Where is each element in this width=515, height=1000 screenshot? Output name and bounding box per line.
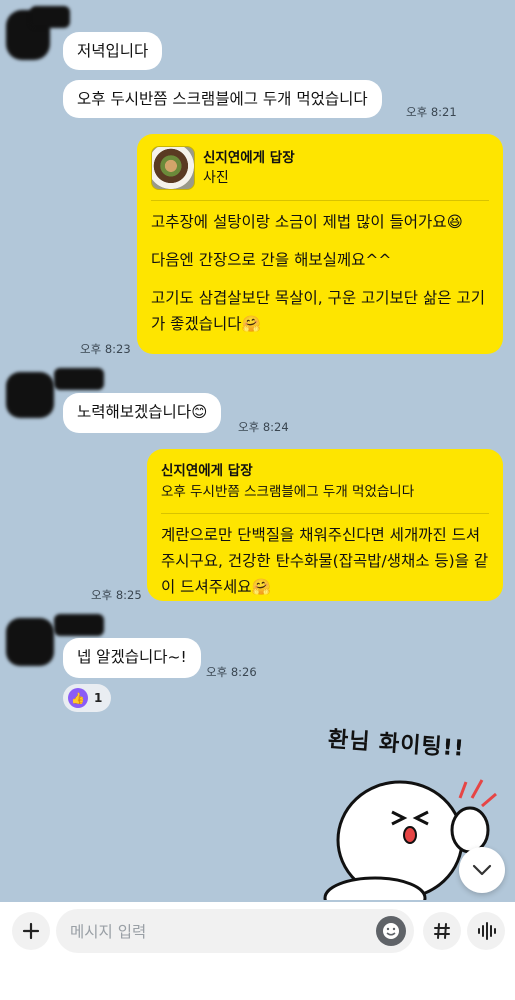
chat-area[interactable]: 저녁입니다 오후 두시반쯤 스크램블에그 두개 먹었습니다 오후 8:21 신지…: [0, 0, 515, 902]
message-time: 오후 8:23: [80, 342, 131, 356]
attach-button[interactable]: [12, 912, 50, 950]
reply-header[interactable]: 신지연에게 답장 사진: [151, 146, 489, 190]
message-text: 다음엔 간장으로 간을 해보실께요^^: [151, 251, 392, 269]
input-placeholder: 메시지 입력: [70, 923, 147, 941]
waveform-icon: [478, 922, 496, 940]
emoji-button[interactable]: [376, 916, 406, 946]
sender-name-redacted: [54, 368, 104, 390]
reply-message-bubble[interactable]: 신지연에게 답장 사진 고추장에 설탕이랑 소금이 제법 많이 들어가요😆 다음…: [137, 134, 503, 354]
hashtag-button[interactable]: [423, 912, 461, 950]
reply-quote-text[interactable]: 오후 두시반쯤 스크램블에그 두개 먹었습니다: [161, 481, 489, 503]
reaction-count: 1: [94, 691, 103, 705]
chevron-down-icon: [472, 864, 492, 876]
message-text: 고추장에 설탕이랑 소금이 제법 많이 들어가요😆: [151, 213, 463, 231]
reply-target-label: 신지연에게 답장: [161, 463, 253, 479]
message-bubble[interactable]: 노력해보겠습니다😊: [63, 393, 222, 433]
reply-message-bubble[interactable]: 신지연에게 답장 오후 두시반쯤 스크램블에그 두개 먹었습니다 계란으로만 단…: [147, 449, 503, 601]
scroll-to-bottom-button[interactable]: [459, 847, 505, 893]
thumbs-up-icon: 👍: [68, 688, 88, 708]
voice-button[interactable]: [467, 912, 505, 950]
message-bubble[interactable]: 오후 두시반쯤 스크램블에그 두개 먹었습니다: [63, 80, 382, 118]
message-time: 오후 8:26: [206, 665, 257, 679]
message-input[interactable]: 메시지 입력: [56, 909, 414, 953]
message-bubble[interactable]: 넵 알겠습니다~!: [63, 638, 201, 678]
sender-name-redacted: [30, 6, 70, 28]
reply-target-label: 신지연에게 답장: [203, 150, 295, 166]
message-text: 고기도 삼겹살보단 목살이, 구운 고기보단 삶은 고기가 좋겠습니다🤗: [151, 289, 485, 333]
smiley-icon: [383, 923, 399, 939]
divider: [151, 200, 489, 201]
avatar[interactable]: [6, 618, 54, 666]
hashtag-icon: [434, 923, 450, 939]
message-time: 오후 8:25: [91, 588, 142, 602]
message-time: 오후 8:24: [238, 420, 289, 434]
reply-preview-label: 사진: [203, 170, 229, 186]
reaction-badge[interactable]: 👍 1: [63, 684, 111, 712]
message-text: 계란으로만 단백질을 채워주신다면 세개까진 드셔주시구요, 건강한 탄수화물(…: [161, 526, 489, 596]
avatar[interactable]: [6, 372, 54, 418]
photo-thumbnail[interactable]: [151, 146, 195, 190]
sender-name-redacted: [54, 614, 104, 636]
message-input-bar: 메시지 입력: [0, 902, 515, 1000]
divider: [161, 513, 489, 514]
message-bubble[interactable]: 저녁입니다: [63, 32, 163, 70]
plus-icon: [22, 922, 40, 940]
message-time: 오후 8:21: [406, 105, 457, 119]
